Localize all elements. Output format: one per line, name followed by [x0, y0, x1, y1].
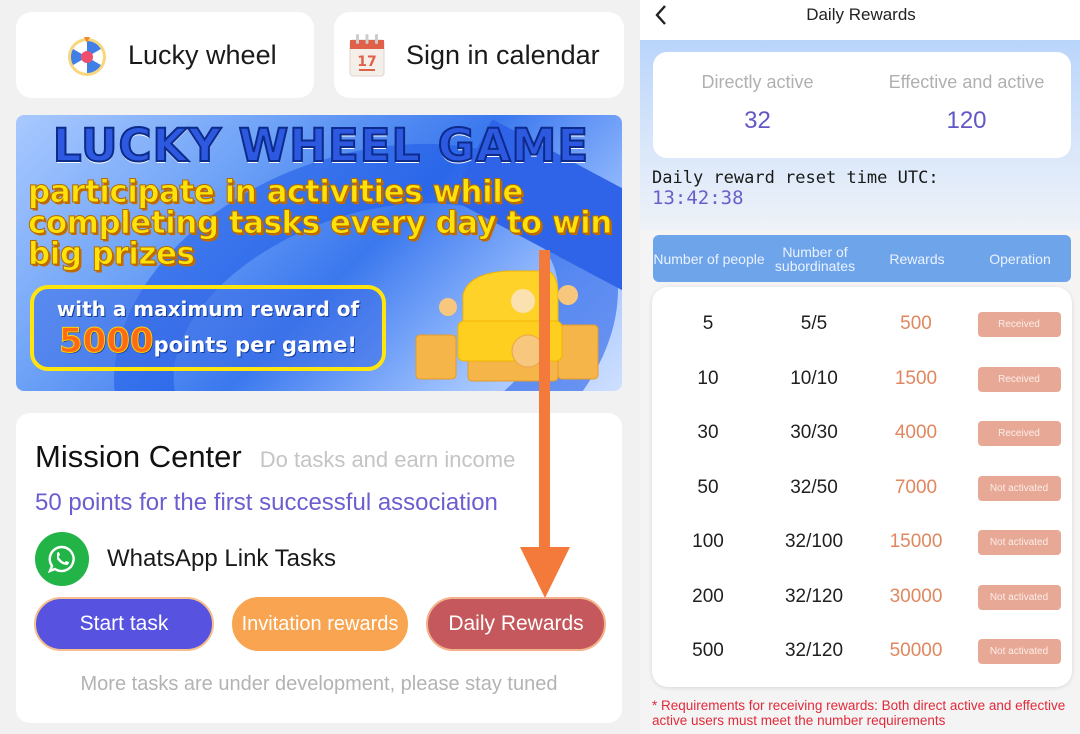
cell-subordinates: 30/30	[790, 422, 838, 444]
daily-rewards-screen: Daily Rewards Directly active 32 Effecti…	[640, 0, 1080, 734]
treasure-chest-icon	[415, 270, 599, 382]
cell-reward: 30000	[889, 585, 943, 607]
promo-amount: 5000	[59, 321, 155, 362]
stat-value: 32	[744, 107, 771, 134]
reset-time-value: 13:42:38	[652, 187, 744, 209]
sign-in-calendar-label: Sign in calendar	[406, 39, 600, 70]
cell-people: 30	[697, 422, 719, 444]
mission-screen: Lucky wheel 17 Sign in calendar LUCKY WH…	[0, 0, 640, 734]
cell-people: 5	[702, 313, 714, 335]
table-header: Number of people Number of subordinates …	[653, 235, 1071, 282]
mission-buttons: Start task Invitation rewards Daily Rewa…	[34, 597, 606, 651]
lucky-wheel-banner[interactable]: LUCKY WHEEL GAME participate in activiti…	[16, 115, 622, 391]
chevron-left-icon[interactable]	[652, 2, 670, 35]
reset-time: Daily reward reset time UTC: 13:42:38	[652, 168, 939, 208]
column-header: Number of subordinates	[774, 243, 856, 274]
status-badge[interactable]: Received	[977, 366, 1061, 392]
start-task-button[interactable]: Start task	[34, 597, 214, 651]
rewards-table: 5 5/5 500 Received 10 10/10 1500 Receive…	[652, 287, 1072, 687]
cell-people: 10	[697, 367, 719, 389]
mission-center-card: Mission Center Do tasks and earn income …	[16, 413, 622, 723]
table-row: 500 32/120 50000 Not activated	[652, 624, 1072, 679]
stat-directly-active: Directly active 32	[653, 52, 862, 158]
status-badge[interactable]: Not activated	[977, 584, 1061, 610]
cell-subordinates: 32/120	[784, 585, 844, 607]
whatsapp-task-label: WhatsApp Link Tasks	[107, 545, 336, 572]
promo-line-1: with a maximum reward of	[56, 297, 360, 321]
stats-section: Directly active 32 Effective and active …	[640, 40, 1080, 230]
cell-subordinates: 32/50	[790, 476, 838, 498]
cell-reward: 500	[900, 313, 932, 335]
svg-text:17: 17	[357, 54, 376, 70]
stat-label: Effective and active	[888, 72, 1045, 92]
calendar-icon: 17	[349, 34, 385, 77]
cell-subordinates: 32/100	[784, 531, 844, 553]
mission-subtitle: Do tasks and earn income	[259, 447, 516, 472]
stat-value: 120	[946, 107, 987, 134]
cell-reward: 15000	[889, 531, 943, 553]
column-header: Operation	[989, 250, 1051, 267]
cell-reward: 4000	[894, 422, 938, 444]
banner-promo-box: with a maximum reward of 5000points per …	[30, 285, 386, 371]
whatsapp-icon	[35, 532, 89, 586]
top-bar: Daily Rewards	[640, 0, 1080, 40]
cell-subordinates: 32/120	[784, 640, 844, 662]
cell-people: 200	[692, 585, 724, 607]
lucky-wheel-card[interactable]: Lucky wheel	[16, 12, 314, 98]
whatsapp-task-item[interactable]: WhatsApp Link Tasks	[35, 532, 336, 586]
requirement-note: * Requirements for receiving rewards: Bo…	[652, 698, 1066, 728]
column-header: Rewards	[889, 250, 945, 267]
promo-line-2: 5000points per game!	[34, 321, 382, 362]
stat-label: Directly active	[701, 72, 814, 92]
mission-note: 50 points for the first successful assoc…	[35, 489, 498, 516]
invitation-rewards-button[interactable]: Invitation rewards	[232, 597, 408, 651]
cell-subordinates: 5/5	[800, 313, 828, 335]
table-row: 100 32/100 15000 Not activated	[652, 515, 1072, 570]
status-badge[interactable]: Not activated	[977, 639, 1061, 665]
table-row: 10 10/10 1500 Received	[652, 352, 1072, 407]
banner-title: LUCKY WHEEL GAME	[52, 118, 590, 173]
column-header: Number of people	[653, 250, 765, 267]
status-badge[interactable]: Not activated	[977, 530, 1061, 556]
page-title: Daily Rewards	[806, 5, 916, 24]
cell-reward: 50000	[889, 640, 943, 662]
mission-header: Mission Center Do tasks and earn income	[35, 439, 515, 475]
status-badge[interactable]: Not activated	[977, 475, 1061, 501]
table-row: 200 32/120 30000 Not activated	[652, 570, 1072, 625]
daily-rewards-button[interactable]: Daily Rewards	[426, 597, 606, 651]
lucky-wheel-label: Lucky wheel	[128, 39, 277, 70]
table-row: 50 32/50 7000 Not activated	[652, 461, 1072, 516]
cell-reward: 1500	[894, 367, 938, 389]
status-badge[interactable]: Received	[977, 421, 1061, 447]
cell-people: 500	[692, 640, 724, 662]
promo-suffix: points per game!	[153, 333, 357, 357]
lucky-wheel-icon	[68, 37, 106, 76]
mission-title: Mission Center	[35, 439, 242, 474]
cell-subordinates: 10/10	[790, 367, 838, 389]
sign-in-calendar-card[interactable]: 17 Sign in calendar	[334, 12, 624, 98]
status-badge[interactable]: Received	[977, 312, 1061, 338]
table-row: 5 5/5 500 Received	[652, 297, 1072, 352]
mission-footer-note: More tasks are under development, please…	[80, 673, 558, 695]
cell-people: 50	[697, 476, 719, 498]
cell-people: 100	[692, 531, 724, 553]
stat-effective-active: Effective and active 120	[862, 52, 1071, 158]
stats-card: Directly active 32 Effective and active …	[653, 52, 1071, 158]
reset-time-label: Daily reward reset time UTC:	[652, 168, 939, 188]
cell-reward: 7000	[894, 476, 938, 498]
table-row: 30 30/30 4000 Received	[652, 406, 1072, 461]
